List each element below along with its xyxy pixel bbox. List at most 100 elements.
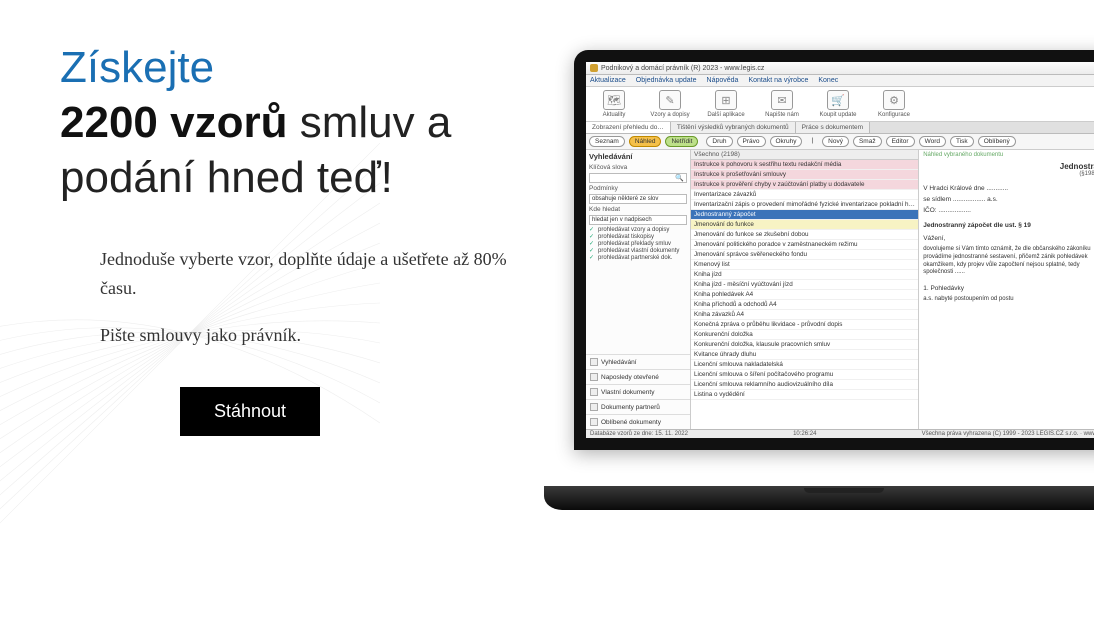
doc-point2: a.s. nabyté postoupením od postu bbox=[923, 296, 1094, 302]
headline-accent: Získejte bbox=[60, 43, 214, 92]
list-row[interactable]: Licenční smlouva reklamního audiovizuáln… bbox=[691, 380, 918, 390]
toolbar-button[interactable]: ⊞Další aplikace bbox=[702, 90, 750, 118]
menu-item[interactable]: Nápověda bbox=[707, 77, 739, 84]
list-row[interactable]: Licenční smlouva nakladatelská bbox=[691, 360, 918, 370]
window-titlebar: Podnikový a domácí právník (R) 2023 - ww… bbox=[586, 62, 1094, 75]
nav-icon bbox=[590, 418, 598, 426]
tab[interactable]: Práce s dokumentem bbox=[796, 122, 870, 133]
nav-item[interactable]: Vyhledávání bbox=[586, 354, 690, 369]
status-left: Databáze vzorů ze dne: 15. 11. 2022 bbox=[590, 431, 688, 437]
list-row[interactable]: Inventarizační zápis o provedení mimořád… bbox=[691, 200, 918, 210]
conditions-label: Podmínky bbox=[586, 184, 690, 193]
list-row[interactable]: Konečná zpráva o průběhu likvidace - prů… bbox=[691, 320, 918, 330]
subtoolbar-button[interactable]: Tisk bbox=[950, 136, 974, 147]
list-row[interactable]: Jmenování do funkce bbox=[691, 220, 918, 230]
download-button[interactable]: Stáhnout bbox=[180, 387, 320, 436]
nav-item[interactable]: Vlastní dokumenty bbox=[586, 384, 690, 399]
doc-line: IČO: .................. bbox=[923, 207, 1094, 214]
subtext-2: Pište smlouvy jako právník. bbox=[100, 321, 520, 350]
toolbar-button[interactable]: 🗺Aktuality bbox=[590, 90, 638, 118]
list-row[interactable]: Kniha příchodů a odchodů A4 bbox=[691, 300, 918, 310]
list-row[interactable]: Jmenování správce svěřeneckého fondu bbox=[691, 250, 918, 260]
doc-subtitle: (§1982 bbox=[923, 171, 1094, 177]
doc-heading: Jednostranný zápočet dle ust. § 19 bbox=[923, 222, 1094, 229]
list-row[interactable]: Jednostranný zápočet bbox=[691, 210, 918, 220]
menubar: Aktualizace Objednávka update Nápověda K… bbox=[586, 75, 1094, 87]
subtoolbar-button: | bbox=[806, 136, 818, 147]
list-row[interactable]: Kmenový list bbox=[691, 260, 918, 270]
list-row[interactable]: Instrukce k prověření chyby v zaúčtování… bbox=[691, 180, 918, 190]
toolbar-label: Vzory a dopisy bbox=[650, 112, 689, 118]
search-checkbox[interactable]: prohledávat vlastní dokumenty bbox=[586, 247, 690, 254]
nav-item[interactable]: Oblíbené dokumenty bbox=[586, 414, 690, 429]
subtoolbar-button[interactable]: Nový bbox=[822, 136, 849, 147]
nav-label: Oblíbené dokumenty bbox=[601, 419, 661, 426]
search-checkbox[interactable]: prohledávat překlady smluv bbox=[586, 240, 690, 247]
toolbar-icon: ✎ bbox=[659, 90, 681, 110]
preview-caption: Náhled vybraného dokumentu bbox=[923, 152, 1094, 162]
toolbar-label: Koupit update bbox=[819, 112, 856, 118]
chip-netridit[interactable]: Netřídit bbox=[665, 136, 698, 147]
list-row[interactable]: Konkurenční doložka, klausule pracovních… bbox=[691, 340, 918, 350]
document-list[interactable]: Instrukce k pohovoru k sestřihu textu re… bbox=[691, 160, 918, 429]
nav-label: Vlastní dokumenty bbox=[601, 389, 654, 396]
nav-item[interactable]: Dokumenty partnerů bbox=[586, 399, 690, 414]
subtoolbar-button[interactable]: Okruhy bbox=[770, 136, 803, 147]
list-row[interactable]: Licenční smlouva o šíření počítačového p… bbox=[691, 370, 918, 380]
list-row[interactable]: Instrukce k pohovoru k sestřihu textu re… bbox=[691, 160, 918, 170]
toolbar-label: Aktuality bbox=[603, 112, 626, 118]
toolbar-button[interactable]: ✉Napište nám bbox=[758, 90, 806, 118]
subtoolbar-button[interactable]: Editor bbox=[886, 136, 915, 147]
list-row[interactable]: Inventarizace závazků bbox=[691, 190, 918, 200]
subtoolbar-button[interactable]: Oblíbený bbox=[978, 136, 1016, 147]
view-tabs: Zobrazení přehledu do… Tištění výsledků … bbox=[586, 122, 1094, 134]
list-row[interactable]: Jmenování politického poradce v zaměstna… bbox=[691, 240, 918, 250]
chip-nahled[interactable]: Náhled bbox=[629, 136, 662, 147]
subtoolbar-button[interactable]: Druh bbox=[706, 136, 732, 147]
menu-item[interactable]: Aktualizace bbox=[590, 77, 626, 84]
tab[interactable]: Tištění výsledků vybraných dokumentů bbox=[671, 122, 796, 133]
subtoolbar-button[interactable]: Právo bbox=[737, 136, 766, 147]
toolbar-icon: ⚙ bbox=[883, 90, 905, 110]
list-row[interactable]: Listina o vydědění bbox=[691, 390, 918, 400]
list-row[interactable]: Kniha závazků A4 bbox=[691, 310, 918, 320]
statusbar: Databáze vzorů ze dne: 15. 11. 2022 10:2… bbox=[586, 429, 1094, 438]
list-row[interactable]: Kniha jízd bbox=[691, 270, 918, 280]
app-logo-icon bbox=[590, 64, 598, 72]
toolbar-button[interactable]: 🛒Koupit update bbox=[814, 90, 862, 118]
toolbar-button[interactable]: ⚙Konfigurace bbox=[870, 90, 918, 118]
nav-item[interactable]: Naposledy otevřené bbox=[586, 369, 690, 384]
list-row[interactable]: Jmenování do funkce se zkušební dobou bbox=[691, 230, 918, 240]
search-checkbox[interactable]: prohledávat partnerské dok. bbox=[586, 254, 690, 261]
where-label: Kde hledat bbox=[586, 205, 690, 214]
toolbar-button[interactable]: ✎ Vzory a dopisy bbox=[646, 90, 694, 118]
menu-item[interactable]: Objednávka update bbox=[636, 77, 697, 84]
subtoolbar-button[interactable]: Smaž bbox=[853, 136, 882, 147]
doc-body: dovolujeme si Vám tímto oznámit, že dle … bbox=[923, 246, 1094, 277]
sub-toolbar: Seznam Náhled Netřídit Druh Právo Okruhy| N… bbox=[586, 134, 1094, 150]
search-checkbox[interactable]: prohledávat vzory a dopisy bbox=[586, 226, 690, 233]
menu-item[interactable]: Konec bbox=[818, 77, 838, 84]
doc-line: se sídlem .................. a.s. bbox=[923, 196, 1094, 203]
status-mid: 10:26:24 bbox=[793, 431, 816, 437]
menu-item[interactable]: Kontakt na výrobce bbox=[748, 77, 808, 84]
laptop-mockup: Podnikový a domácí právník (R) 2023 - ww… bbox=[574, 50, 1094, 510]
search-panel: Vyhledávání Klíčová slova 🔍 Podmínky obs… bbox=[586, 150, 691, 429]
keywords-input[interactable]: 🔍 bbox=[589, 173, 687, 183]
nav-icon bbox=[590, 358, 598, 366]
chip-seznam[interactable]: Seznam bbox=[589, 136, 625, 147]
list-row[interactable]: Konkurenční doložka bbox=[691, 330, 918, 340]
list-row[interactable]: Kniha jízd - měsíční vyúčtování jízd bbox=[691, 280, 918, 290]
subtoolbar-button[interactable]: Word bbox=[919, 136, 946, 147]
app-screenshot: Podnikový a domácí právník (R) 2023 - ww… bbox=[586, 62, 1094, 438]
conditions-select[interactable]: obsahuje některé ze slov bbox=[589, 194, 687, 204]
subtext-1: Jednoduše vyberte vzor, doplňte údaje a … bbox=[100, 245, 520, 303]
where-select[interactable]: hledat jen v nadpisech bbox=[589, 215, 687, 225]
nav-icon bbox=[590, 388, 598, 396]
list-row[interactable]: Instrukce k prošetřování smlouvy bbox=[691, 170, 918, 180]
list-row[interactable]: Kvitance úhrady dluhu bbox=[691, 350, 918, 360]
tab[interactable]: Zobrazení přehledu do… bbox=[586, 122, 671, 133]
search-checkbox[interactable]: prohledávat tiskopisy bbox=[586, 233, 690, 240]
list-row[interactable]: Kniha pohledávek A4 bbox=[691, 290, 918, 300]
toolbar-label: Další aplikace bbox=[707, 112, 744, 118]
